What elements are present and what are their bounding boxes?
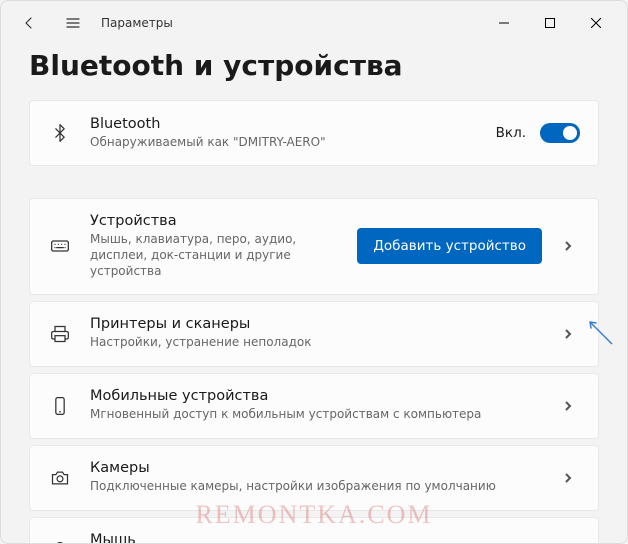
mouse-card[interactable]: Мышь Кнопки, скорость указателя мыши, пр… xyxy=(29,517,599,543)
settings-window: Параметры Bluetooth и устройства Bluetoo… xyxy=(0,0,628,544)
menu-button[interactable] xyxy=(53,3,93,43)
phone-icon xyxy=(48,396,72,416)
chevron-right-icon xyxy=(556,240,580,252)
add-device-button[interactable]: Добавить устройство xyxy=(357,228,542,264)
cameras-sub: Подключенные камеры, настройки изображен… xyxy=(90,478,538,494)
printer-icon xyxy=(48,324,72,344)
bluetooth-toggle-label: Вкл. xyxy=(496,125,526,141)
bluetooth-title: Bluetooth xyxy=(90,116,478,132)
chevron-right-icon xyxy=(556,472,580,484)
mouse-title: Мышь xyxy=(90,532,538,543)
devices-card[interactable]: Устройства Мышь, клавиатура, перо, аудио… xyxy=(29,198,599,295)
printers-sub: Настройки, устранение неполадок xyxy=(90,334,538,350)
minimize-button[interactable] xyxy=(481,7,527,39)
bluetooth-icon xyxy=(48,123,72,143)
printers-card[interactable]: Принтеры и сканеры Настройки, устранение… xyxy=(29,301,599,367)
titlebar: Параметры xyxy=(1,1,627,45)
close-button[interactable] xyxy=(573,7,619,39)
back-button[interactable] xyxy=(9,3,49,43)
cameras-card[interactable]: Камеры Подключенные камеры, настройки из… xyxy=(29,445,599,511)
printers-title: Принтеры и сканеры xyxy=(90,316,538,332)
devices-sub: Мышь, клавиатура, перо, аудио, дисплеи, … xyxy=(90,231,339,280)
bluetooth-toggle[interactable] xyxy=(540,123,580,143)
bluetooth-sub: Обнаруживаемый как "DMITRY-AERO" xyxy=(90,134,478,150)
bluetooth-card[interactable]: Bluetooth Обнаруживаемый как "DMITRY-AER… xyxy=(29,100,599,166)
window-title: Параметры xyxy=(101,16,173,30)
mouse-icon xyxy=(48,540,72,543)
chevron-right-icon xyxy=(556,328,580,340)
maximize-button[interactable] xyxy=(527,7,573,39)
mobile-title: Мобильные устройства xyxy=(90,388,538,404)
content-area: Bluetooth и устройства Bluetooth Обнаруж… xyxy=(1,45,627,543)
chevron-right-icon xyxy=(556,400,580,412)
cameras-title: Камеры xyxy=(90,460,538,476)
camera-icon xyxy=(48,468,72,488)
page-title: Bluetooth и устройства xyxy=(29,49,599,82)
devices-title: Устройства xyxy=(90,213,339,229)
mobile-card[interactable]: Мобильные устройства Мгновенный доступ к… xyxy=(29,373,599,439)
keyboard-icon xyxy=(48,236,72,256)
mobile-sub: Мгновенный доступ к мобильным устройства… xyxy=(90,406,538,422)
